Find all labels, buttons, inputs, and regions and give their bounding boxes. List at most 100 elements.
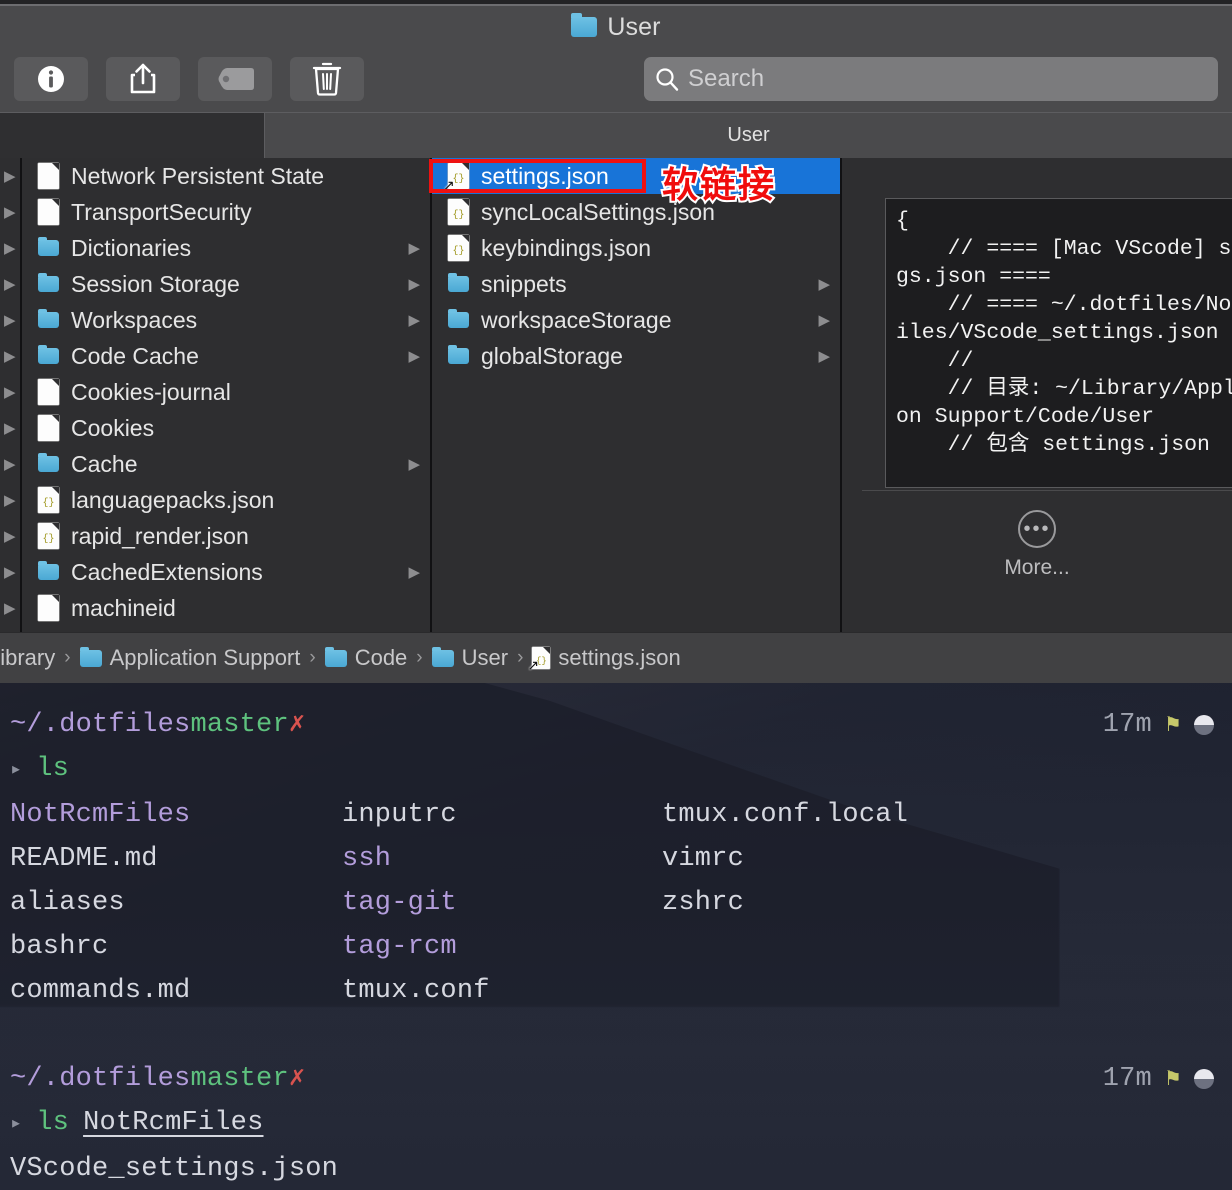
- breadcrumb-item[interactable]: {} ↗ settings.json: [527, 645, 680, 672]
- finder-window: User Search User ▶ ▶ ▶ ▶ ▶ ▶ ▶ ▶ ▶ ▶ ▶ ▶…: [0, 0, 1232, 683]
- delete-button[interactable]: [290, 57, 364, 101]
- terminal-ls-entry: NotRcmFiles: [10, 800, 191, 830]
- terminal-ls-entry: ssh: [342, 844, 392, 874]
- file-row[interactable]: machineid: [22, 590, 430, 626]
- file-row[interactable]: CachedExtensions ▶: [22, 554, 430, 590]
- info-button[interactable]: [14, 57, 88, 101]
- chevron-right-icon: ▶: [4, 276, 16, 293]
- file-row-label: Cookies: [71, 414, 155, 441]
- terminal-prompt-path: ~/.dotfiles: [10, 710, 191, 740]
- terminal-ls-entry: zshrc: [662, 888, 745, 918]
- terminal-ls-entry: README.md: [10, 844, 158, 874]
- json-file-icon: {}: [448, 199, 469, 225]
- chevron-right-icon: ▶: [4, 240, 16, 257]
- terminal-ls-empty: [662, 969, 1214, 1013]
- share-button[interactable]: [106, 57, 180, 101]
- file-row[interactable]: Dictionaries ▶: [22, 230, 430, 266]
- chevron-right-icon: ▶: [4, 312, 16, 329]
- preview-more[interactable]: ••• More...: [842, 510, 1232, 580]
- file-row[interactable]: Network Persistent State: [22, 158, 430, 194]
- terminal-ls-output: VScode_settings.json: [10, 1147, 1214, 1190]
- file-row[interactable]: workspaceStorage ▶: [432, 302, 840, 338]
- chevron-right-icon: ▶: [408, 455, 420, 473]
- file-row[interactable]: Cookies-journal: [22, 374, 430, 410]
- chevron-right-icon: ▶: [408, 275, 420, 293]
- terminal-ls-entry: bashrc: [10, 932, 109, 962]
- file-row[interactable]: {} languagepacks.json: [22, 482, 430, 518]
- column-user-contents[interactable]: {} ↗ settings.json{} syncLocalSettings.json…: [432, 158, 842, 632]
- terminal-ls-entry: vimrc: [662, 844, 745, 874]
- window-title: User: [607, 12, 661, 41]
- file-row[interactable]: TransportSecurity: [22, 194, 430, 230]
- file-row[interactable]: {} ↗ settings.json: [432, 158, 840, 194]
- file-icon: [38, 163, 59, 189]
- file-icon: [38, 415, 59, 441]
- terminal-git-branch: master: [190, 1064, 289, 1094]
- flag-icon: ⚑: [1165, 712, 1180, 738]
- file-row[interactable]: {} syncLocalSettings.json: [432, 194, 840, 230]
- file-row[interactable]: {} keybindings.json: [432, 230, 840, 266]
- chevron-right-icon: ▶: [4, 204, 16, 221]
- column-header-bar: User: [0, 112, 1232, 158]
- moon-icon: [1194, 715, 1214, 735]
- terminal-ls-empty: [662, 1147, 1214, 1190]
- terminal-prompt-line: ~/.dotfiles master ✗ 17m ⚑: [10, 703, 1214, 747]
- folder-icon: [448, 309, 469, 328]
- terminal-git-dirty-marker: ✗: [288, 710, 306, 740]
- json-file-icon: {}: [38, 523, 59, 549]
- chevron-right-icon: ▶: [4, 420, 16, 437]
- file-row[interactable]: Cookies: [22, 410, 430, 446]
- breadcrumb-separator: ›: [64, 647, 71, 668]
- preview-text: { // ==== [Mac VScode] settings.json ===…: [896, 209, 1232, 457]
- chevron-right-icon: ▶: [4, 564, 16, 581]
- terminal-ls-entry: tmux.conf: [342, 976, 490, 1006]
- chevron-right-icon: ▶: [4, 168, 16, 185]
- terminal-command-name: ls: [36, 754, 70, 784]
- breadcrumb-separator: ›: [309, 647, 316, 668]
- share-icon: [130, 63, 156, 94]
- terminal-ls-entry: VScode_settings.json: [10, 1154, 339, 1184]
- folder-icon: [79, 646, 102, 667]
- file-row[interactable]: Code Cache ▶: [22, 338, 430, 374]
- chevron-right-icon: ▶: [818, 311, 830, 329]
- terminal-prompt-right: 17m ⚑: [1103, 1057, 1214, 1101]
- search-area: Search: [644, 57, 1218, 101]
- terminal-ls-empty: [342, 1147, 662, 1190]
- file-row[interactable]: Session Storage ▶: [22, 266, 430, 302]
- terminal-ls-entry: tag-rcm: [342, 932, 457, 962]
- search-input[interactable]: Search: [644, 57, 1218, 101]
- file-icon: [38, 379, 59, 405]
- file-row-label: Network Persistent State: [71, 162, 325, 189]
- terminal-window[interactable]: ~/.dotfiles master ✗ 17m ⚑ ▸ ls NotRcmFiles in…: [0, 683, 1232, 1190]
- breadcrumb-item[interactable]: Code: [324, 645, 407, 671]
- breadcrumb-separator: ›: [416, 647, 423, 668]
- breadcrumb-item[interactable]: User: [431, 645, 508, 671]
- file-row[interactable]: globalStorage ▶: [432, 338, 840, 374]
- terminal-ls-entry: commands.md: [10, 976, 191, 1006]
- tag-icon: [218, 68, 254, 90]
- terminal-ls-entry: inputrc: [342, 800, 457, 830]
- breadcrumb-label: Application Support: [109, 645, 301, 670]
- column-header-title: User: [727, 124, 770, 146]
- file-row[interactable]: snippets ▶: [432, 266, 840, 302]
- folder-icon: [324, 646, 347, 667]
- file-row[interactable]: Workspaces ▶: [22, 302, 430, 338]
- column-previous-partial[interactable]: ▶ ▶ ▶ ▶ ▶ ▶ ▶ ▶ ▶ ▶ ▶ ▶ ▶: [0, 158, 22, 632]
- breadcrumb-label: Library: [0, 645, 56, 670]
- column-user-parent[interactable]: Network Persistent State TransportSecurit…: [22, 158, 432, 632]
- file-row[interactable]: Cache ▶: [22, 446, 430, 482]
- folder-icon: [431, 646, 454, 667]
- column-preview: { // ==== [Mac VScode] settings.json ===…: [842, 158, 1232, 632]
- file-icon: [38, 199, 59, 225]
- folder-icon: [571, 13, 598, 37]
- file-row[interactable]: {} rapid_render.json: [22, 518, 430, 554]
- breadcrumb: Library›Application Support›Code›User›{}…: [0, 632, 1232, 683]
- breadcrumb-item[interactable]: Application Support: [79, 645, 301, 671]
- terminal-prompt-line: ~/.dotfiles master ✗ 17m ⚑: [10, 1057, 1214, 1101]
- breadcrumb-item[interactable]: Library: [0, 645, 55, 671]
- file-row-label: CachedExtensions: [71, 558, 263, 585]
- file-row-label: Dictionaries: [71, 234, 192, 261]
- folder-icon: [448, 345, 469, 364]
- folder-icon: [38, 345, 59, 364]
- tag-button[interactable]: [198, 57, 272, 101]
